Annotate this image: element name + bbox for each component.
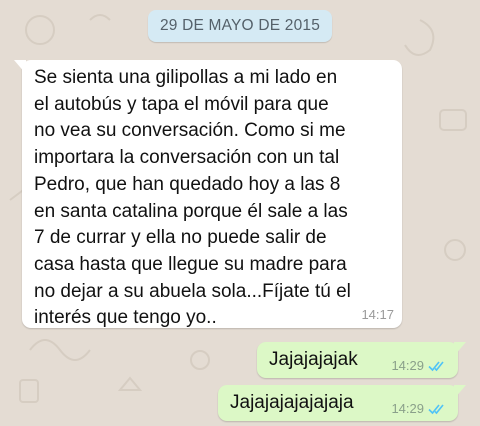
- outgoing-message-bubble[interactable]: Jajajajajajajaja 14:29: [218, 385, 466, 421]
- double-check-read-icon: [428, 403, 448, 415]
- date-separator: 29 DE MAYO DE 2015: [148, 10, 332, 42]
- message-text: Jajajajajajajaja: [230, 392, 354, 413]
- message-text: Se sienta una gilipollas a mi lado en el…: [34, 67, 351, 329]
- message-meta: 14:29: [391, 358, 448, 373]
- double-check-read-icon: [428, 360, 448, 372]
- message-timestamp: 14:17: [361, 307, 394, 322]
- message-timestamp: 14:29: [391, 401, 424, 416]
- bubble-tail: [14, 60, 26, 74]
- outgoing-message-bubble[interactable]: Jajajajajak 14:29: [257, 342, 466, 378]
- message-meta: 14:29: [391, 401, 448, 416]
- bubble-tail: [454, 385, 466, 399]
- bubble-tail: [454, 342, 466, 356]
- message-text: Jajajajajak: [269, 349, 358, 370]
- date-separator-label: 29 DE MAYO DE 2015: [159, 17, 321, 34]
- message-timestamp: 14:29: [391, 358, 424, 373]
- incoming-message-bubble[interactable]: Se sienta una gilipollas a mi lado en el…: [14, 60, 402, 328]
